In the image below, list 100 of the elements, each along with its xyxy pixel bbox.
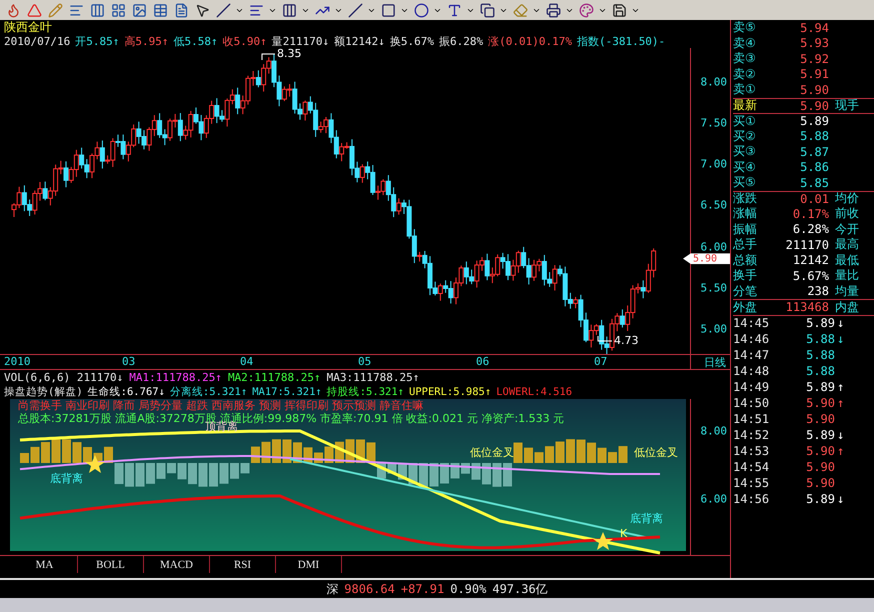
tick-arrow: ↓ [837, 428, 844, 442]
tick-time: 14:47 [733, 348, 770, 362]
volume-indicator-value: MA3:111788.25↑ [326, 370, 420, 384]
price-axis-label: 6.50 [700, 198, 727, 212]
indicator-axis-label: 6.00 [700, 492, 727, 506]
stat-label: 分笔 [733, 282, 758, 300]
signal-label: 底背离 [50, 471, 83, 486]
ask-label: 卖③ [733, 50, 757, 68]
signal-text: 尚需换手 南业印刷 降而 局势分量 超跌 西南服务 预测 挥得印刷 预示预测 静音住嘛 [17, 399, 424, 412]
quote-value: 收5.90↑ [222, 34, 267, 48]
stat-label: 最低 [835, 252, 859, 269]
bid-price: 5.88 [799, 129, 829, 144]
tick-arrow: ↓ [837, 316, 844, 330]
tick-time: 14:49 [733, 380, 770, 394]
time-axis-label: 07 [594, 355, 608, 368]
signal-label: 底背离 [630, 511, 663, 526]
quote-value: 量211170↓ [272, 34, 330, 48]
bid-price: 5.85 [799, 176, 829, 190]
tick-price: 5.89 [805, 316, 835, 330]
index-turnover: 497.36亿 [492, 580, 548, 598]
tick-price: 5.88 [805, 332, 835, 346]
ask-price: 5.94 [799, 20, 829, 35]
tick-arrow: ↑ [837, 396, 844, 410]
ask-price: 5.91 [799, 67, 829, 82]
index-value: 9806.64 [344, 582, 395, 596]
time-axis-label: 05 [358, 355, 372, 368]
bid-label: 买③ [733, 143, 757, 160]
stat-label: 今开 [835, 220, 859, 238]
stat-label: 均量 [835, 282, 859, 300]
indicator-value: UPPERL:5.985↑ [409, 386, 492, 398]
indicator-tab[interactable]: RSI [210, 556, 276, 573]
bid-price: 5.87 [799, 144, 829, 159]
quote-value: 高5.95↑ [124, 34, 168, 48]
ask-label: 卖② [733, 66, 757, 83]
volume-indicator-value: MA1:111788.25↑ [129, 370, 222, 384]
tick-price: 5.89 [805, 380, 835, 394]
quote-value: 指数(-381.50)- [576, 34, 666, 48]
stat-value: 6.28% [792, 222, 829, 236]
stat-value: 211170 [784, 238, 829, 252]
bid-label: 买⑤ [733, 174, 757, 192]
tick-time: 14:52 [733, 428, 770, 442]
stat-label: 振幅 [733, 220, 758, 238]
time-axis-label: 04 [240, 355, 254, 368]
last-price-tag: 5.90 [683, 253, 730, 264]
indicator-tab[interactable]: MACD [144, 556, 210, 573]
bid-label: 买① [733, 112, 757, 130]
indicator-tab[interactable]: MA [12, 556, 78, 573]
tick-arrow: ↓ [837, 492, 844, 506]
tick-time: 14:56 [733, 492, 770, 506]
price-axis-label: 5.50 [700, 281, 727, 294]
index-name: 深 [326, 580, 338, 598]
bid-price: 5.89 [799, 114, 829, 128]
tick-time: 14:54 [733, 460, 770, 474]
outer-volume-value: 113468 [784, 300, 829, 314]
stat-value: 12142 [792, 253, 829, 268]
ask-label: 卖① [733, 81, 757, 98]
quote-value: 开5.85↑ [75, 34, 120, 48]
tick-price: 5.90 [805, 396, 835, 410]
stat-value: 0.01 [799, 192, 829, 206]
tick-arrow: ↓ [837, 332, 844, 346]
signal-label: K [620, 527, 628, 540]
stat-label: 最高 [835, 236, 859, 254]
ask-price: 5.92 [799, 52, 829, 66]
indicator-tab[interactable]: DMI [276, 556, 342, 573]
last-price: 5.90 [799, 98, 829, 113]
price-axis-label: 7.00 [700, 158, 727, 171]
volume-indicator-value: MA2:111788.25↑ [228, 370, 321, 384]
indicator-value: MA17:5.321↑ [252, 386, 322, 398]
indicator-value: LOWERL:4.516 [496, 386, 572, 398]
tick-arrow: ↑ [837, 444, 844, 458]
stat-label: 均价 [835, 190, 859, 207]
quote-value: 换5.67% [390, 34, 434, 48]
index-change: +87.91 [400, 582, 444, 596]
ask-label: 卖④ [733, 34, 757, 52]
tick-price: 5.88 [805, 348, 835, 362]
tick-time: 14:53 [733, 444, 770, 458]
tick-price: 5.89 [805, 428, 835, 442]
quote-value: 低5.58↑ [173, 34, 218, 48]
stat-label: 总额 [733, 252, 758, 269]
stat-value: 0.17% [792, 206, 829, 221]
tick-time: 14:48 [733, 364, 770, 378]
stock-name: 陕西金叶 [4, 18, 52, 36]
stat-label: 换手 [733, 267, 758, 284]
ask-price: 5.90 [799, 82, 829, 97]
tick-price: 5.90 [805, 412, 835, 426]
low-price-label: 4.73 [614, 334, 638, 347]
indicator-value: 操盘趋势(解盘) [4, 384, 83, 398]
stat-label: 总手 [733, 236, 758, 254]
tick-time: 14:45 [733, 316, 770, 330]
stat-label: 前收 [835, 205, 859, 222]
time-axis-label: 2010 [4, 355, 30, 368]
bid-price: 5.86 [799, 160, 829, 174]
quote-value: 涨(0.01)0.17% [488, 34, 572, 48]
signal-label: 低位金叉 [634, 445, 678, 460]
outer-volume-label: 外盘 [733, 298, 758, 316]
indicator-value: 持股线:5.321↑ [326, 384, 404, 398]
volume-label: 现手 [835, 97, 859, 114]
last-label: 最新 [733, 97, 758, 114]
stat-label: 涨幅 [733, 205, 758, 222]
indicator-tab[interactable]: BOLL [78, 556, 144, 573]
